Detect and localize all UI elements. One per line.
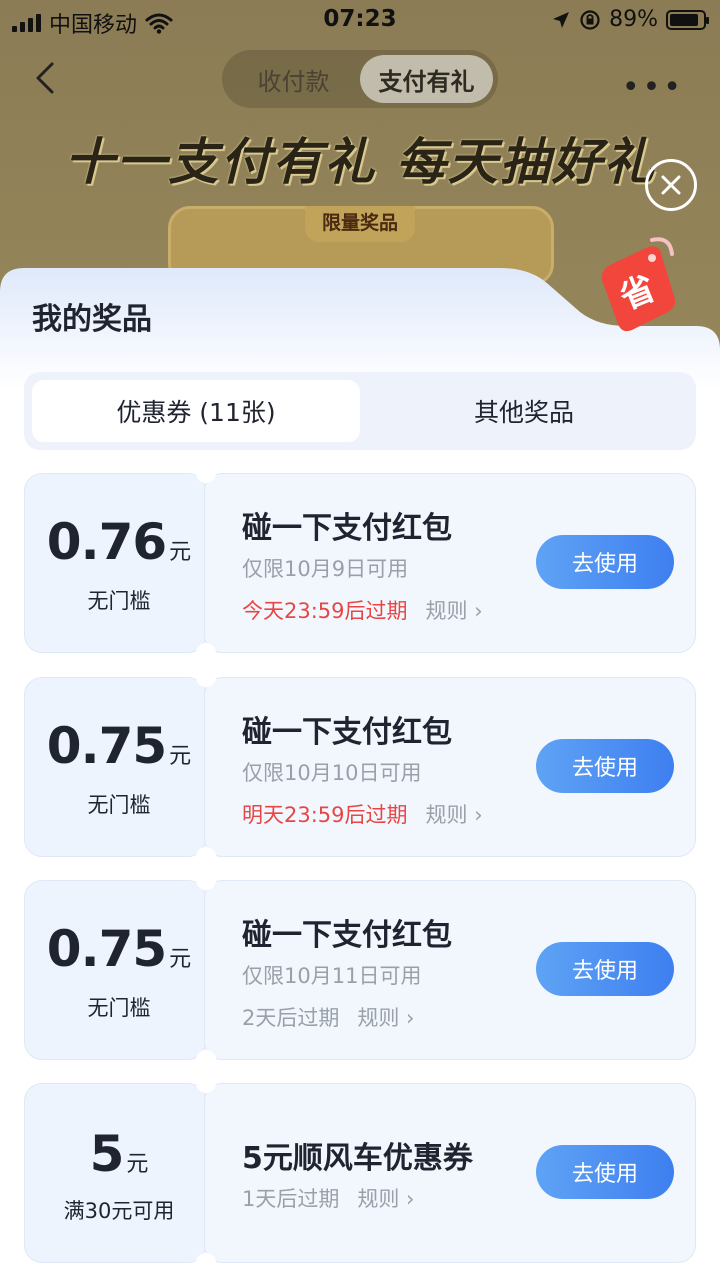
coupon-amount-unit: 元	[126, 1152, 149, 1177]
coupon-expiry-row: 1天后过期 规则 ›	[242, 1183, 414, 1213]
tab-pay-rewards[interactable]: 支付有礼	[360, 55, 493, 103]
coupon-notch	[196, 1073, 216, 1093]
prize-tabs: 优惠券 (11张) 其他奖品	[24, 372, 696, 450]
coupon-condition: 满30元可用	[63, 1199, 175, 1223]
chevron-left-icon	[36, 62, 54, 94]
coupon-expiry-row: 今天23:59后过期 规则 ›	[242, 595, 483, 625]
coupon-title: 碰一下支付红包	[242, 511, 452, 546]
coupon-card: 0.75 元 无门槛 碰一下支付红包 仅限10月11日可用 2天后过期 规则 › 去…	[24, 870, 696, 1070]
tab-payment-code[interactable]: 收付款	[227, 55, 360, 103]
tab-other-prizes[interactable]: 其他奖品	[360, 380, 688, 442]
use-coupon-button[interactable]: 去使用	[536, 1145, 674, 1199]
coupon-amount: 0.75 元	[24, 717, 214, 775]
coupon-expiry-row: 明天23:59后过期 规则 ›	[242, 799, 483, 829]
coupon-amount-value: 0.76	[46, 513, 167, 571]
coupon-card: 5元 满30元可用 5元顺风车优惠券 1天后过期 规则 › 去使用	[24, 1073, 696, 1273]
coupon-notch	[196, 667, 216, 687]
close-icon	[661, 175, 681, 195]
close-button[interactable]	[645, 159, 697, 211]
coupon-valid-date: 仅限10月9日可用	[242, 557, 409, 581]
coupon-valid-date: 仅限10月10日可用	[242, 761, 422, 785]
coupon-rules-link[interactable]: 规则 ›	[426, 803, 483, 827]
coupon-amount-value: 0.75	[46, 920, 167, 978]
coupon-card: 0.75 元 无门槛 碰一下支付红包 仅限10月10日可用 明天23:59后过期规…	[24, 667, 696, 867]
coupon-title: 碰一下支付红包	[242, 715, 452, 750]
tab-coupons[interactable]: 优惠券 (11张)	[32, 380, 360, 442]
back-button[interactable]	[28, 56, 68, 100]
coupon-condition: 无门槛	[87, 793, 151, 817]
coupon-notch	[196, 870, 216, 890]
coupon-amount: 5元	[24, 1125, 214, 1183]
promo-headline: 十一支付有礼 每天抽好礼	[64, 133, 656, 191]
coupon-rules-link[interactable]: 规则 ›	[426, 599, 483, 623]
coupon-notch	[196, 1050, 216, 1070]
use-coupon-button[interactable]: 去使用	[536, 739, 674, 793]
use-coupon-button[interactable]: 去使用	[536, 942, 674, 996]
coupon-expiry: 明天23:59后过期	[242, 803, 408, 827]
coupon-notch	[196, 643, 216, 663]
nav-bar: 收付款 支付有礼 •••	[0, 48, 720, 112]
coupon-amount-unit: 元	[169, 947, 192, 972]
coupon-expiry: 今天23:59后过期	[242, 599, 408, 623]
location-arrow-icon	[553, 11, 570, 28]
coupon-amount-unit: 元	[169, 540, 192, 565]
coupon-card: 0.76 元 无门槛 碰一下支付红包 仅限10月9日可用 今天23:59后过期 规则…	[24, 463, 696, 663]
battery-icon	[666, 9, 709, 30]
coupon-notch	[196, 1253, 216, 1273]
coupon-condition: 无门槛	[87, 996, 151, 1020]
coupon-rules-link[interactable]: 规则 ›	[357, 1187, 414, 1211]
coupon-rules-link[interactable]: 规则 ›	[357, 1006, 414, 1030]
coupon-amount-value: 0.75	[46, 717, 167, 775]
sheet-title: 我的奖品	[32, 302, 152, 337]
more-options-button[interactable]: •••	[622, 70, 684, 105]
battery-percent: 89%	[609, 7, 658, 32]
coupon-title: 碰一下支付红包	[242, 918, 452, 953]
coupon-valid-date: 仅限10月11日可用	[242, 964, 422, 988]
coupon-notch	[196, 847, 216, 867]
coupon-amount-unit: 元	[169, 744, 192, 769]
coupon-condition: 无门槛	[87, 589, 151, 613]
use-coupon-button[interactable]: 去使用	[536, 535, 674, 589]
rotation-lock-icon	[580, 9, 600, 30]
prizes-sheet: 省 我的奖品 优惠券 (11张) 其他奖品 0.76 元 无门槛 碰一下支付红包 …	[0, 237, 720, 1280]
coupon-amount: 0.75 元	[24, 920, 214, 978]
prize-tag: 限量奖品	[305, 206, 415, 242]
coupon-title: 5元顺风车优惠券	[242, 1141, 473, 1176]
savings-tag-icon: 省	[601, 237, 676, 332]
coupon-expiry: 1天后过期	[242, 1187, 340, 1211]
coupon-notch	[196, 463, 216, 483]
coupon-amount-value: 5	[89, 1125, 125, 1183]
nav-segmented-control: 收付款 支付有礼	[222, 50, 498, 108]
coupon-expiry: 2天后过期	[242, 1006, 340, 1030]
status-bar: 中国移动 07:23 89%	[0, 0, 720, 40]
coupon-amount: 0.76 元	[24, 513, 214, 571]
coupon-expiry-row: 2天后过期 规则 ›	[242, 1002, 414, 1032]
